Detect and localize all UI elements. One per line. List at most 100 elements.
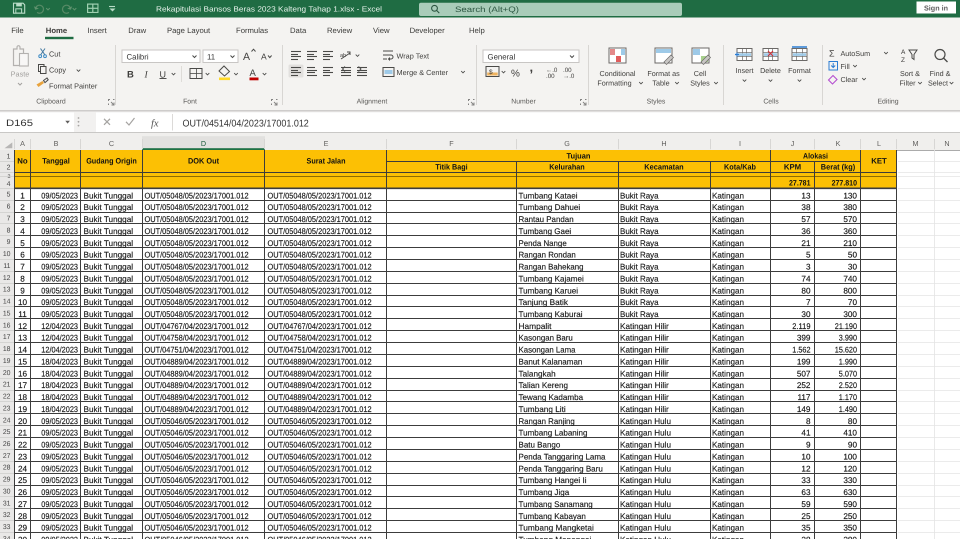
svg-text:Alokasi: Alokasi <box>803 152 828 161</box>
svg-text:Bukit Tunggal: Bukit Tunggal <box>84 215 134 224</box>
svg-text:25: 25 <box>801 512 811 521</box>
svg-text:19: 19 <box>3 358 11 365</box>
svg-text:Bukit Tunggal: Bukit Tunggal <box>84 334 134 343</box>
svg-text:Tumbang Jiga: Tumbang Jiga <box>519 488 570 497</box>
svg-text:Kasongan Baru: Kasongan Baru <box>519 334 574 343</box>
svg-text:OUT/05046/05/2023/17001.012: OUT/05046/05/2023/17001.012 <box>145 488 249 497</box>
svg-text:OUT/05046/05/2023/17001.012: OUT/05046/05/2023/17001.012 <box>268 536 372 539</box>
svg-text:B: B <box>127 70 134 81</box>
svg-text:Tanjung Batik: Tanjung Batik <box>519 298 569 307</box>
svg-text:A: A <box>261 52 267 62</box>
svg-text:21: 21 <box>801 239 811 248</box>
svg-text:Alignment: Alignment <box>357 98 388 105</box>
svg-text:Delete: Delete <box>760 66 781 75</box>
svg-text:10: 10 <box>801 452 811 461</box>
svg-text:09/05/2023: 09/05/2023 <box>41 429 78 438</box>
svg-text:21: 21 <box>18 429 28 438</box>
svg-text:26: 26 <box>3 441 11 448</box>
svg-text:09/05/2023: 09/05/2023 <box>41 310 78 319</box>
svg-text:Data: Data <box>290 26 307 35</box>
svg-text:,: , <box>530 60 534 75</box>
svg-text:30: 30 <box>3 488 11 495</box>
svg-text:09/05/2023: 09/05/2023 <box>41 191 78 200</box>
svg-text:A: A <box>250 68 257 79</box>
svg-text:OUT/05048/05/2023/17001.012: OUT/05048/05/2023/17001.012 <box>268 298 372 307</box>
svg-text:09/05/2023: 09/05/2023 <box>41 441 78 450</box>
svg-text:8: 8 <box>7 227 11 234</box>
svg-text:Katingan: Katingan <box>712 464 744 473</box>
svg-text:OUT/05048/05/2023/17001.012: OUT/05048/05/2023/17001.012 <box>268 239 372 248</box>
svg-text:Katingan Hulu: Katingan Hulu <box>620 417 671 426</box>
svg-text:OUT/05046/05/2023/17001.012: OUT/05046/05/2023/17001.012 <box>145 429 249 438</box>
svg-text:Katingan Hilir: Katingan Hilir <box>620 405 669 414</box>
svg-text:570: 570 <box>843 215 857 224</box>
svg-text:.00: .00 <box>546 73 555 80</box>
svg-text:Bukit Tunggal: Bukit Tunggal <box>84 191 134 200</box>
svg-text:KET: KET <box>871 157 887 166</box>
svg-text:Bukit Raya: Bukit Raya <box>620 310 659 319</box>
svg-text:D: D <box>201 139 206 148</box>
svg-text:7: 7 <box>20 263 25 272</box>
svg-text:Talangkah: Talangkah <box>519 369 557 378</box>
svg-text:Katingan: Katingan <box>712 429 744 438</box>
svg-text:Penda Nange: Penda Nange <box>519 239 568 248</box>
svg-text:Katingan Hilir: Katingan Hilir <box>620 346 669 355</box>
svg-text:Insert: Insert <box>88 26 108 35</box>
svg-text:18/04/2023: 18/04/2023 <box>41 381 78 390</box>
svg-text:30: 30 <box>848 263 858 272</box>
svg-text:OUT/04767/04/2023/17001.012: OUT/04767/04/2023/17001.012 <box>145 322 249 331</box>
svg-text:1: 1 <box>7 154 11 161</box>
svg-text:33: 33 <box>3 524 11 531</box>
svg-text:13: 13 <box>3 287 11 294</box>
svg-text:8: 8 <box>806 417 811 426</box>
svg-text:Bukit Tunggal: Bukit Tunggal <box>84 346 134 355</box>
svg-text:OUT/05046/05/2023/17001.012: OUT/05046/05/2023/17001.012 <box>145 512 249 521</box>
svg-text:U: U <box>160 70 167 80</box>
svg-text:4: 4 <box>20 227 25 236</box>
svg-text:Select: Select <box>928 79 948 88</box>
svg-text:80: 80 <box>801 286 811 295</box>
svg-text:Z: Z <box>901 57 905 64</box>
svg-text:5: 5 <box>7 192 11 199</box>
svg-text:Bukit Tunggal: Bukit Tunggal <box>84 263 134 272</box>
svg-text:OUT/05048/05/2023/17001.012: OUT/05048/05/2023/17001.012 <box>145 227 249 236</box>
svg-text:Styles: Styles <box>647 98 666 105</box>
svg-text:D165: D165 <box>6 118 33 128</box>
svg-text:17: 17 <box>3 334 11 341</box>
svg-text:OUT/05046/05/2023/17001.012: OUT/05046/05/2023/17001.012 <box>268 441 372 450</box>
svg-text:6: 6 <box>20 251 25 260</box>
svg-text:41: 41 <box>801 429 811 438</box>
svg-text:A: A <box>243 51 250 63</box>
svg-text:70: 70 <box>848 298 858 307</box>
svg-text:27: 27 <box>18 500 28 509</box>
svg-text:OUT/05048/05/2023/17001.012: OUT/05048/05/2023/17001.012 <box>268 203 372 212</box>
svg-text:12/04/2023: 12/04/2023 <box>41 322 78 331</box>
svg-text:20: 20 <box>3 370 11 377</box>
svg-text:Kasongan Lama: Kasongan Lama <box>519 346 576 355</box>
svg-text:OUT/05046/05/2023/17001.012: OUT/05046/05/2023/17001.012 <box>268 464 372 473</box>
svg-text:Tumbang Dahuei: Tumbang Dahuei <box>519 203 581 212</box>
svg-text:Hampalit: Hampalit <box>519 322 553 331</box>
svg-text:Tumbang Hangei Ii: Tumbang Hangei Ii <box>519 476 587 485</box>
svg-text:OUT/04758/04/2023/17001.012: OUT/04758/04/2023/17001.012 <box>268 334 372 343</box>
svg-text:28: 28 <box>3 465 11 472</box>
svg-text:Kelurahan: Kelurahan <box>549 163 585 172</box>
svg-text:13: 13 <box>801 191 811 200</box>
svg-text:Find &: Find & <box>930 69 951 78</box>
svg-text:1.170: 1.170 <box>839 393 858 402</box>
svg-text:Number: Number <box>511 98 536 105</box>
svg-text:Bukit Raya: Bukit Raya <box>620 227 659 236</box>
svg-text:Σ: Σ <box>829 49 835 59</box>
svg-text:22: 22 <box>3 394 11 401</box>
svg-text:Bukit Tunggal: Bukit Tunggal <box>84 298 134 307</box>
svg-text:Rangan Ranjing: Rangan Ranjing <box>519 417 576 426</box>
svg-text:OUT/05048/05/2023/17001.012: OUT/05048/05/2023/17001.012 <box>268 251 372 260</box>
svg-text:330: 330 <box>843 476 857 485</box>
svg-text:→.0: →.0 <box>563 73 575 80</box>
svg-text:OUT/05048/05/2023/17001.012: OUT/05048/05/2023/17001.012 <box>145 298 249 307</box>
svg-text:740: 740 <box>843 274 857 283</box>
svg-text:11: 11 <box>18 310 27 319</box>
svg-text:09/05/2023: 09/05/2023 <box>41 227 78 236</box>
svg-text:63: 63 <box>801 488 811 497</box>
svg-text:09/05/2023: 09/05/2023 <box>41 251 78 260</box>
